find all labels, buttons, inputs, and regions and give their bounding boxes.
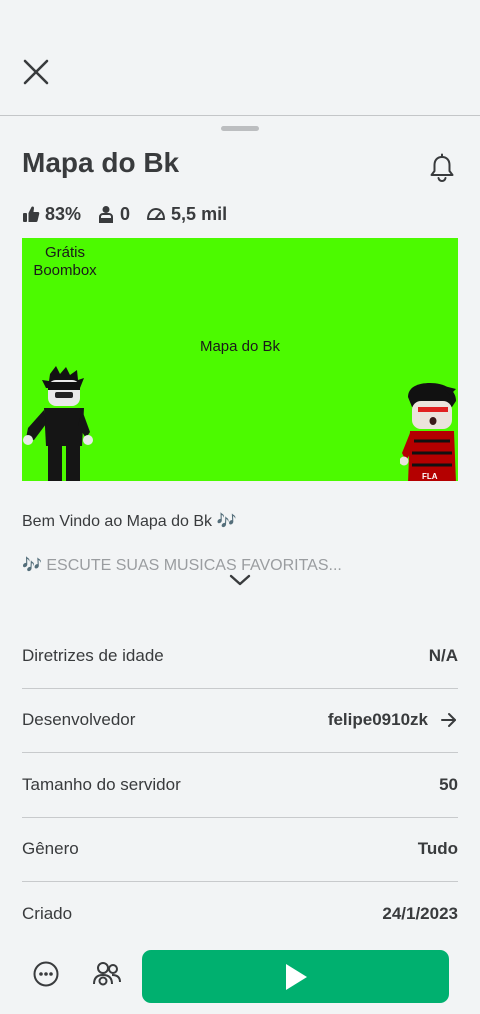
top-bar (0, 0, 480, 116)
info-value: 24/1/2023 (382, 904, 458, 924)
more-icon (33, 961, 59, 987)
rating-value: 83% (45, 203, 82, 224)
info-value: N/A (428, 645, 458, 665)
description-line-2: 🎶 ESCUTE SUAS MUSICAS FAVORITAS... (22, 557, 342, 574)
visits-value: 5,5 mil (171, 203, 228, 224)
players-value: 0 (120, 203, 131, 224)
visits-icon (147, 208, 166, 220)
description-line-1: Bem Vindo ao Mapa do Bk 🎶 (22, 513, 237, 530)
players-stat: 0 (97, 204, 130, 225)
game-thumbnail[interactable]: Grátis Boombox Mapa do Bk FLA (22, 238, 458, 481)
arrow-right-icon (441, 713, 456, 728)
notify-button[interactable] (428, 153, 456, 183)
expand-description-button[interactable] (228, 572, 252, 588)
info-value: Tudo (417, 839, 458, 859)
info-label: Gênero (22, 839, 79, 859)
game-details-sheet: Mapa do Bk 83% 0 5,5 mil Grátis Boombox … (0, 117, 480, 1014)
party-button[interactable] (92, 960, 122, 988)
game-info-list: Diretrizes de idade N/A Desenvolvedor fe… (22, 624, 458, 947)
thumbs-up-icon (23, 206, 40, 222)
svg-text:FLA: FLA (422, 472, 438, 481)
thumbnail-label-title: Mapa do Bk (199, 338, 281, 355)
avatar-right-image: FLA (400, 383, 456, 481)
info-label: Criado (22, 904, 73, 924)
info-row-age: Diretrizes de idade N/A (22, 624, 458, 689)
info-label: Tamanho do servidor (22, 774, 181, 794)
avatar-left-image (23, 366, 93, 481)
game-title: Mapa do Bk (22, 147, 180, 178)
players-icon (99, 206, 114, 223)
info-row-developer[interactable]: Desenvolvedor felipe0910zk (22, 689, 458, 753)
info-row-server-size: Tamanho do servidor 50 (22, 753, 458, 818)
more-options-button[interactable] (32, 960, 60, 988)
close-button[interactable] (18, 54, 54, 90)
bell-icon (430, 153, 454, 183)
info-value: 50 (439, 774, 458, 794)
thumbnail-label-boombox: Grátis Boombox (33, 244, 97, 279)
game-stats: 83% 0 5,5 mil (22, 203, 243, 225)
info-row-genre: Gênero Tudo (22, 818, 458, 882)
info-label: Desenvolvedor (22, 710, 136, 730)
play-button[interactable] (142, 950, 449, 1003)
rating-stat: 83% (22, 204, 81, 225)
chevron-down-icon (229, 574, 251, 586)
party-icon (93, 962, 121, 986)
info-label: Diretrizes de idade (22, 645, 164, 665)
drag-handle[interactable] (221, 126, 259, 131)
close-icon (23, 59, 49, 85)
visits-stat: 5,5 mil (146, 204, 227, 225)
bottom-action-bar (0, 935, 480, 1014)
developer-name: felipe0910zk (327, 710, 428, 730)
developer-link[interactable]: felipe0910zk (328, 710, 458, 730)
play-icon (285, 963, 307, 990)
